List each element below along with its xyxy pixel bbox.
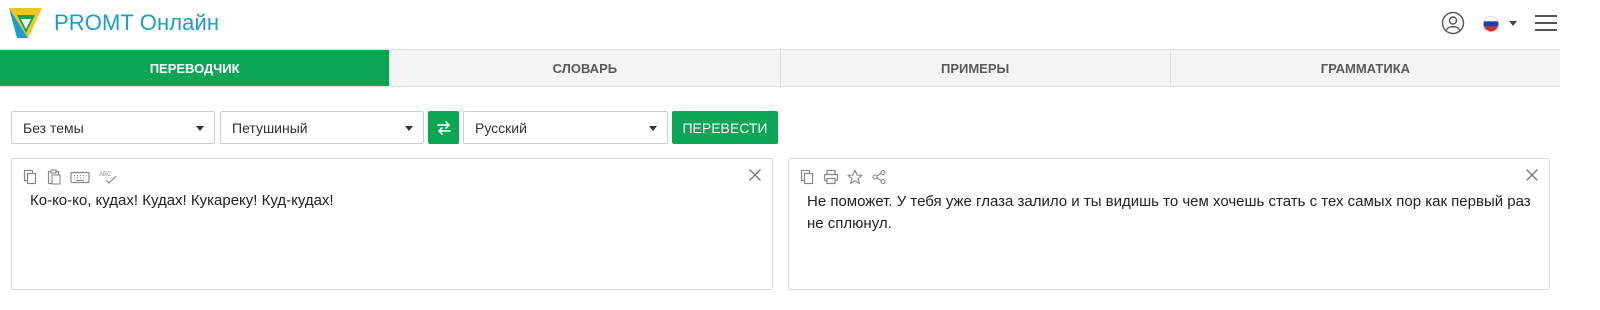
tabs-spacer xyxy=(1560,49,1600,87)
target-text-panel: Не поможет. У тебя уже глаза залило и ты… xyxy=(788,158,1550,290)
chevron-down-icon xyxy=(405,126,413,131)
user-icon[interactable] xyxy=(1441,11,1465,35)
source-language-value: Петушиный xyxy=(232,120,308,136)
print-icon[interactable] xyxy=(823,169,839,185)
clear-source-icon[interactable] xyxy=(748,168,762,182)
chevron-down-icon[interactable] xyxy=(1509,21,1517,26)
topic-select-value: Без темы xyxy=(23,120,84,136)
target-language-value: Русский xyxy=(475,120,527,136)
hamburger-menu-icon[interactable] xyxy=(1535,14,1557,32)
source-text-panel[interactable]: ABC Ко-ко-ко, кудах! Кудах! Кукареку! Ку… xyxy=(11,158,773,290)
paste-icon[interactable] xyxy=(46,169,62,185)
share-icon[interactable] xyxy=(871,169,887,185)
source-language-select[interactable]: Петушиный xyxy=(220,111,424,144)
main-tabs: ПЕРЕВОДЧИК СЛОВАРЬ ПРИМЕРЫ ГРАММАТИКА xyxy=(0,49,1560,87)
copy-icon[interactable] xyxy=(22,169,38,185)
keyboard-icon[interactable] xyxy=(70,169,90,185)
promt-logo[interactable] xyxy=(8,5,46,41)
russia-flag-icon[interactable] xyxy=(1483,16,1499,32)
copy-icon[interactable] xyxy=(799,169,815,185)
star-icon[interactable] xyxy=(847,169,863,185)
topic-select[interactable]: Без темы xyxy=(11,111,215,144)
tab-dictionary[interactable]: СЛОВАРЬ xyxy=(389,50,779,86)
swap-arrows-icon xyxy=(436,120,451,135)
swap-languages-button[interactable] xyxy=(428,111,459,144)
translation-output: Не поможет. У тебя уже глаза залило и ты… xyxy=(807,193,1531,232)
header: PROMT Онлайн xyxy=(0,0,1600,50)
chevron-down-icon xyxy=(196,126,204,131)
target-language-select[interactable]: Русский xyxy=(463,111,668,144)
translate-button[interactable]: ПЕРЕВЕСТИ xyxy=(672,111,778,144)
tab-grammar[interactable]: ГРАММАТИКА xyxy=(1169,50,1560,86)
svg-text:ABC: ABC xyxy=(99,172,112,178)
target-toolbar xyxy=(799,168,887,186)
brand-title[interactable]: PROMT Онлайн xyxy=(54,10,219,36)
source-text-input[interactable]: Ко-ко-ко, кудах! Кудах! Кукареку! Куд-ку… xyxy=(30,192,334,209)
chevron-down-icon xyxy=(649,126,657,131)
tab-examples[interactable]: ПРИМЕРЫ xyxy=(779,50,1170,86)
spellcheck-icon[interactable]: ABC xyxy=(98,169,118,185)
source-toolbar: ABC xyxy=(22,168,118,186)
tab-translator[interactable]: ПЕРЕВОДЧИК xyxy=(0,50,390,86)
close-icon[interactable] xyxy=(1525,168,1539,182)
